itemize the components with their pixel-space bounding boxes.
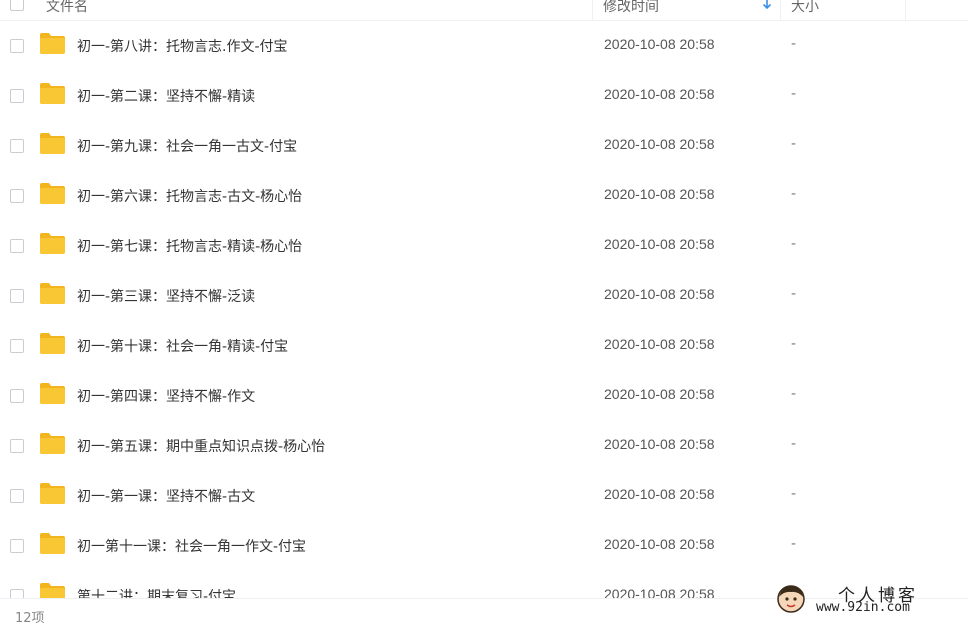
file-size: - bbox=[791, 336, 797, 352]
file-row[interactable]: 初一第十一课：社会一角一作文-付宝 2020-10-08 20:58 - bbox=[0, 521, 968, 571]
folder-icon bbox=[40, 133, 65, 154]
file-row[interactable]: 初一-第六课：托物言志-古文-杨心怡 2020-10-08 20:58 - bbox=[0, 171, 968, 221]
file-name[interactable]: 初一-第六课：托物言志-古文-杨心怡 bbox=[77, 186, 302, 206]
file-name[interactable]: 初一-第二课：坚持不懈-精读 bbox=[77, 86, 255, 106]
watermark: 个人博客 www.92in.com bbox=[776, 580, 966, 620]
file-size: - bbox=[791, 436, 797, 452]
file-name[interactable]: 初一第十一课：社会一角一作文-付宝 bbox=[77, 536, 306, 556]
file-size: - bbox=[791, 536, 797, 552]
file-size: - bbox=[791, 386, 797, 402]
file-row[interactable]: 初一-第二课：坚持不懈-精读 2020-10-08 20:58 - bbox=[0, 71, 968, 121]
file-name[interactable]: 初一-第三课：坚持不懈-泛读 bbox=[77, 286, 255, 306]
file-name[interactable]: 初一-第一课：坚持不懈-古文 bbox=[77, 486, 255, 506]
modified-time: 2020-10-08 20:58 bbox=[604, 236, 715, 252]
row-checkbox[interactable] bbox=[10, 39, 24, 53]
file-name[interactable]: 初一-第七课：托物言志-精读-杨心怡 bbox=[77, 236, 302, 256]
folder-icon bbox=[40, 433, 65, 454]
row-checkbox[interactable] bbox=[10, 539, 24, 553]
file-row[interactable]: 初一-第一课：坚持不懈-古文 2020-10-08 20:58 - bbox=[0, 471, 968, 521]
file-size: - bbox=[791, 486, 797, 502]
modified-time: 2020-10-08 20:58 bbox=[604, 286, 715, 302]
folder-icon bbox=[40, 283, 65, 304]
folder-icon bbox=[40, 33, 65, 54]
file-name[interactable]: 初一-第八讲：托物言志.作文-付宝 bbox=[77, 36, 288, 56]
file-name[interactable]: 初一-第十课：社会一角-精读-付宝 bbox=[77, 336, 288, 356]
file-row[interactable]: 初一-第五课：期中重点知识点拨-杨心怡 2020-10-08 20:58 - bbox=[0, 421, 968, 471]
column-header-modified[interactable]: 修改时间 bbox=[603, 0, 659, 16]
file-size: - bbox=[791, 236, 797, 252]
row-checkbox[interactable] bbox=[10, 289, 24, 303]
folder-icon bbox=[40, 333, 65, 354]
file-size: - bbox=[791, 286, 797, 302]
file-row[interactable]: 初一-第四课：坚持不懈-作文 2020-10-08 20:58 - bbox=[0, 371, 968, 421]
avatar-icon bbox=[777, 585, 805, 613]
column-header-size[interactable]: 大小 bbox=[791, 0, 819, 16]
file-name[interactable]: 初一-第九课：社会一角一古文-付宝 bbox=[77, 136, 297, 156]
file-row[interactable]: 初一-第十课：社会一角-精读-付宝 2020-10-08 20:58 - bbox=[0, 321, 968, 371]
folder-icon bbox=[40, 383, 65, 404]
modified-time: 2020-10-08 20:58 bbox=[604, 36, 715, 52]
modified-time: 2020-10-08 20:58 bbox=[604, 486, 715, 502]
modified-time: 2020-10-08 20:58 bbox=[604, 436, 715, 452]
file-row[interactable]: 初一-第三课：坚持不懈-泛读 2020-10-08 20:58 - bbox=[0, 271, 968, 321]
row-checkbox[interactable] bbox=[10, 239, 24, 253]
row-checkbox[interactable] bbox=[10, 439, 24, 453]
column-divider[interactable] bbox=[592, 0, 593, 20]
column-divider[interactable] bbox=[780, 0, 781, 20]
file-size: - bbox=[791, 36, 797, 52]
modified-time: 2020-10-08 20:58 bbox=[604, 386, 715, 402]
folder-icon bbox=[40, 483, 65, 504]
file-size: - bbox=[791, 186, 797, 202]
file-row[interactable]: 初一-第七课：托物言志-精读-杨心怡 2020-10-08 20:58 - bbox=[0, 221, 968, 271]
row-checkbox[interactable] bbox=[10, 89, 24, 103]
folder-icon bbox=[40, 233, 65, 254]
file-row[interactable]: 初一-第九课：社会一角一古文-付宝 2020-10-08 20:58 - bbox=[0, 121, 968, 171]
file-name[interactable]: 初一-第五课：期中重点知识点拨-杨心怡 bbox=[77, 436, 325, 456]
folder-icon bbox=[40, 533, 65, 554]
column-header-name[interactable]: 文件名 bbox=[46, 0, 88, 16]
folder-icon bbox=[40, 83, 65, 104]
row-checkbox[interactable] bbox=[10, 489, 24, 503]
row-checkbox[interactable] bbox=[10, 389, 24, 403]
file-name[interactable]: 初一-第四课：坚持不懈-作文 bbox=[77, 386, 255, 406]
item-count: 12项 bbox=[15, 611, 45, 626]
modified-time: 2020-10-08 20:58 bbox=[604, 536, 715, 552]
row-checkbox[interactable] bbox=[10, 339, 24, 353]
folder-icon bbox=[40, 183, 65, 204]
modified-time: 2020-10-08 20:58 bbox=[604, 136, 715, 152]
modified-time: 2020-10-08 20:58 bbox=[604, 336, 715, 352]
column-divider[interactable] bbox=[905, 0, 906, 20]
file-size: - bbox=[791, 136, 797, 152]
file-size: - bbox=[791, 86, 797, 102]
watermark-url: www.92in.com bbox=[816, 600, 910, 615]
modified-time: 2020-10-08 20:58 bbox=[604, 186, 715, 202]
row-checkbox[interactable] bbox=[10, 189, 24, 203]
sort-descending-icon[interactable] bbox=[762, 0, 772, 10]
modified-time: 2020-10-08 20:58 bbox=[604, 86, 715, 102]
file-row[interactable]: 初一-第八讲：托物言志.作文-付宝 2020-10-08 20:58 - bbox=[0, 21, 968, 71]
select-all-checkbox[interactable] bbox=[10, 0, 24, 11]
row-checkbox[interactable] bbox=[10, 139, 24, 153]
file-list-header: 文件名 修改时间 大小 bbox=[0, 0, 968, 21]
